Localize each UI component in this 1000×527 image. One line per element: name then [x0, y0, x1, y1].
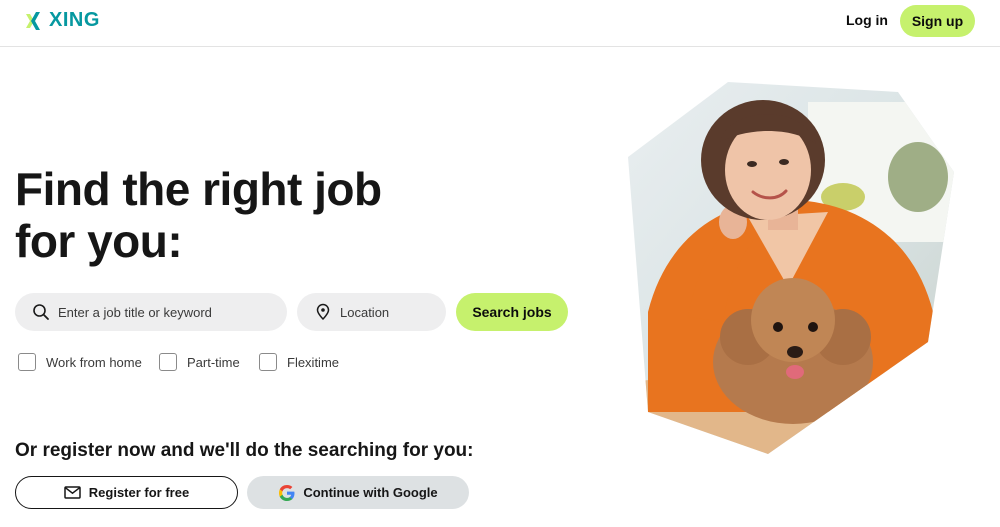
page-title: Find the right job for you: [15, 163, 382, 267]
mail-icon [64, 486, 81, 499]
search-icon [33, 304, 49, 320]
flexitime-label: Flexitime [287, 354, 340, 370]
continue-with-google-button[interactable]: Continue with Google [247, 476, 469, 509]
search-jobs-button[interactable]: Search jobs [456, 293, 568, 331]
register-for-free-button[interactable]: Register for free [15, 476, 238, 509]
google-icon [279, 484, 295, 501]
keyword-search-input[interactable]: Enter a job title or keyword [15, 293, 287, 331]
work-from-home-label: Work from home [46, 354, 142, 370]
brand-name: XING [49, 9, 100, 31]
filter-part-time[interactable]: Part-time [159, 352, 240, 372]
xing-logo[interactable]: XING [25, 9, 100, 32]
register-button-label: Register for free [88, 485, 190, 500]
xing-logo-mark-icon [26, 11, 40, 30]
page-title-line-1: Find the right job [15, 163, 382, 215]
hero-photo-woman-with-dog [628, 82, 954, 454]
page-title-line-2: for you: [15, 215, 183, 267]
filter-work-from-home[interactable]: Work from home [18, 352, 142, 372]
work-from-home-checkbox[interactable] [18, 353, 36, 371]
part-time-checkbox[interactable] [159, 353, 177, 371]
location-input[interactable]: Location [297, 293, 446, 331]
google-button-label: Continue with Google [303, 485, 438, 500]
top-navigation-bar: XING Log in Sign up [0, 0, 1000, 47]
filter-flexitime[interactable]: Flexitime [259, 352, 339, 372]
part-time-label: Part-time [187, 354, 240, 370]
location-input-placeholder: Location [340, 304, 390, 320]
signup-button[interactable]: Sign up [900, 5, 975, 37]
flexitime-checkbox[interactable] [259, 353, 277, 371]
register-heading: Or register now and we'll do the searchi… [15, 440, 474, 461]
location-pin-icon [316, 303, 330, 321]
login-link[interactable]: Log in [846, 12, 888, 28]
keyword-input-placeholder: Enter a job title or keyword [58, 304, 212, 320]
